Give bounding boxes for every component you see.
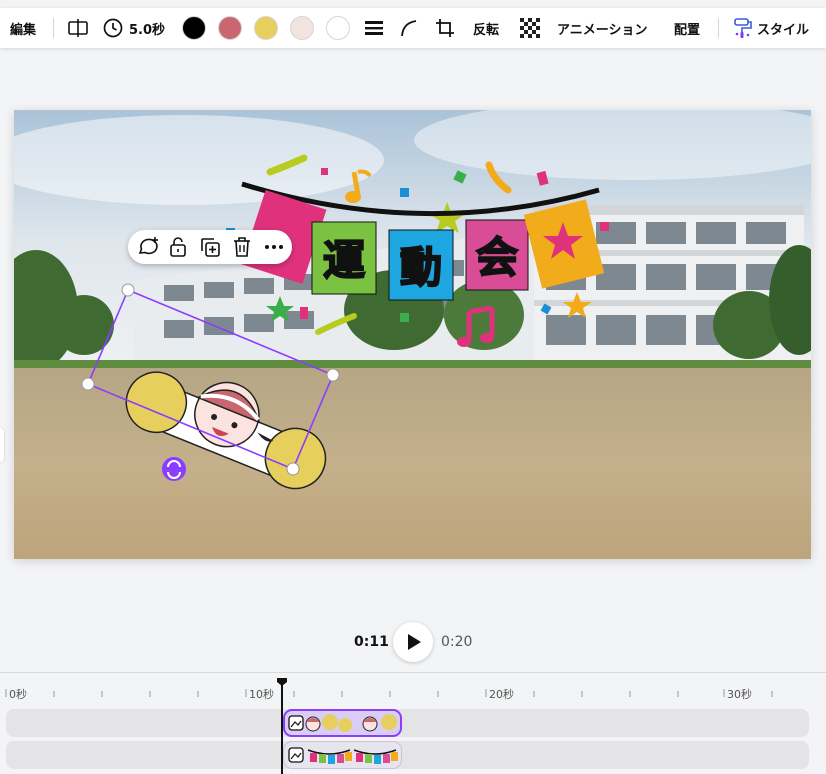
flip-button[interactable]: 反転 xyxy=(473,8,499,48)
timeline-track[interactable] xyxy=(6,741,809,769)
tick-label: 20秒 xyxy=(489,688,514,701)
edit-button[interactable]: 編集 xyxy=(10,8,36,48)
sports-day-banner-clip[interactable] xyxy=(283,741,402,769)
top-toolbar: 編集 5.0秒 反転 アニメーション 配置 スタイル xyxy=(0,8,826,48)
timeline-ruler[interactable]: 0秒 10秒 20秒 30秒 xyxy=(0,672,826,702)
side-panel-tab[interactable] xyxy=(0,428,4,462)
position-button[interactable]: 配置 xyxy=(674,8,700,48)
animate-button[interactable]: アニメーション xyxy=(557,8,647,48)
tick-label: 0秒 xyxy=(9,688,27,701)
clip-thumbnail xyxy=(288,714,397,732)
tick-label: 10秒 xyxy=(249,688,274,701)
lock-icon[interactable] xyxy=(166,235,190,259)
color-swatch-white[interactable] xyxy=(326,16,350,40)
play-icon xyxy=(408,634,421,650)
design-canvas[interactable]: 運 動 会 xyxy=(14,110,811,559)
cheer-girl-clip[interactable] xyxy=(283,709,402,737)
editor-page: 編集 5.0秒 反転 アニメーション 配置 スタイル 運 動 会 0:11 0:… xyxy=(0,0,826,774)
style-button[interactable]: スタイル xyxy=(733,8,809,48)
banner-char-1: 運 xyxy=(323,236,365,285)
color-swatch-cream[interactable] xyxy=(290,16,314,40)
comment-add-icon[interactable] xyxy=(136,235,160,259)
crop-icon[interactable] xyxy=(435,8,455,48)
trash-icon[interactable] xyxy=(230,235,254,259)
toolbar-divider xyxy=(718,18,719,38)
duration-label: 5.0秒 xyxy=(129,22,166,38)
clip-thumbnail xyxy=(288,747,398,764)
paint-roller-icon xyxy=(734,18,752,38)
banner-char-3: 会 xyxy=(476,233,518,282)
corner-rounding-icon[interactable] xyxy=(399,8,419,48)
duration-button[interactable]: 5.0秒 xyxy=(102,8,165,48)
border-style-icon[interactable] xyxy=(364,8,384,48)
transparency-icon[interactable] xyxy=(520,8,540,48)
play-button[interactable] xyxy=(393,622,433,662)
rotate-handle[interactable] xyxy=(162,457,186,481)
element-toolbar xyxy=(128,230,292,264)
style-label: スタイル xyxy=(757,22,810,38)
timeline-track[interactable] xyxy=(6,709,809,737)
resize-handle-bottom-right[interactable] xyxy=(286,462,300,476)
current-time: 0:11 xyxy=(354,634,389,650)
clock-icon xyxy=(103,18,123,38)
total-time: 0:20 xyxy=(441,634,473,650)
split-icon[interactable] xyxy=(67,8,89,48)
resize-handle-top-right[interactable] xyxy=(326,368,340,382)
banner-char-2: 動 xyxy=(400,243,442,292)
more-icon[interactable] xyxy=(262,235,286,259)
playhead-line[interactable] xyxy=(281,680,283,774)
toolbar-divider xyxy=(53,18,54,38)
ruler-ticks xyxy=(5,689,773,697)
resize-handle-top-left[interactable] xyxy=(121,283,135,297)
resize-handle-bottom-left[interactable] xyxy=(81,377,95,391)
scene-svg: 運 動 会 xyxy=(14,110,811,559)
color-swatch-black[interactable] xyxy=(182,16,206,40)
tick-label: 30秒 xyxy=(727,688,752,701)
color-swatch-rose[interactable] xyxy=(218,16,242,40)
color-swatch-yellow[interactable] xyxy=(254,16,278,40)
duplicate-icon[interactable] xyxy=(198,235,222,259)
